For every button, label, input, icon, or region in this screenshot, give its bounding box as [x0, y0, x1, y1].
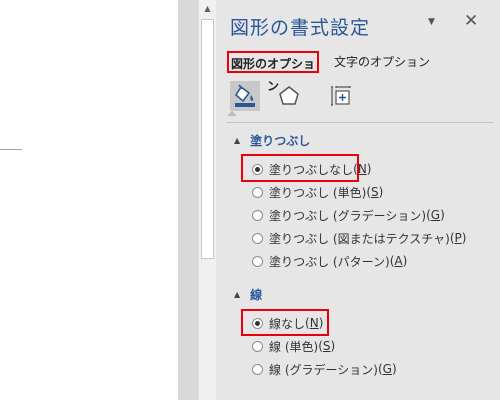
size-properties-icon[interactable]	[326, 81, 356, 111]
radio-button[interactable]	[252, 232, 263, 244]
fill-section-title: 塗りつぶし	[250, 134, 311, 148]
pane-title: 図形の書式設定	[230, 17, 371, 39]
line-section-header[interactable]: ▲ 線	[234, 286, 262, 303]
access-key: A	[394, 254, 403, 268]
radio-button[interactable]	[252, 209, 263, 221]
tab-text-options[interactable]: 文字のオプション	[334, 51, 430, 73]
tab-shape-options[interactable]: 図形のオプション	[227, 51, 319, 93]
highlight-box	[241, 154, 359, 182]
fill-option-pattern[interactable]: 塗りつぶし (パターン)(A)	[252, 251, 407, 271]
page-margin-line	[0, 149, 22, 150]
pentagon-effects-icon[interactable]	[274, 81, 304, 111]
radio-button[interactable]	[252, 255, 263, 267]
radio-button[interactable]	[252, 363, 263, 375]
radio-button[interactable]	[252, 186, 263, 198]
access-key: S	[371, 185, 379, 199]
radio-button[interactable]	[252, 340, 263, 352]
fill-section-header[interactable]: ▲ 塗りつぶし	[234, 132, 310, 149]
option-label: 線 (単色)	[269, 339, 319, 354]
fill-line-icon[interactable]	[230, 81, 260, 111]
fill-option-gradient[interactable]: 塗りつぶし (グラデーション)(G)	[252, 205, 445, 225]
option-label: 塗りつぶし (図またはテクスチャ)	[269, 231, 450, 246]
pane-options-dropdown-icon[interactable]: ▼	[428, 17, 435, 27]
option-label: 線 (グラデーション)	[269, 362, 378, 377]
line-option-solid[interactable]: 線 (単色)(S)	[252, 336, 335, 356]
access-key: G	[430, 208, 441, 222]
access-key: G	[382, 362, 392, 376]
selected-category-pointer	[227, 111, 237, 116]
highlight-box	[241, 309, 329, 336]
vertical-scrollbar[interactable]: ▲	[198, 0, 216, 400]
line-option-gradient[interactable]: 線 (グラデーション)(G)	[252, 359, 397, 379]
scroll-up-arrow-icon[interactable]: ▲	[199, 0, 216, 17]
format-shape-pane: 図形の書式設定 ▼ ✕ 図形のオプション 文字のオプション ▲ 塗りつぶし 塗り…	[216, 0, 500, 400]
document-page[interactable]	[0, 0, 178, 400]
divider	[226, 122, 494, 123]
access-key: N	[357, 162, 367, 176]
collapse-triangle-icon: ▲	[234, 136, 241, 145]
document-area	[0, 0, 198, 400]
close-icon[interactable]: ✕	[464, 11, 478, 31]
option-label: 塗りつぶし (単色)	[269, 185, 367, 200]
collapse-triangle-icon: ▲	[234, 290, 241, 299]
fill-option-picture-texture[interactable]: 塗りつぶし (図またはテクスチャ)(P)	[252, 228, 466, 248]
line-section-title: 線	[250, 288, 263, 302]
fill-option-solid[interactable]: 塗りつぶし (単色)(S)	[252, 182, 383, 202]
option-label: 塗りつぶし (グラデーション)	[269, 208, 427, 223]
access-key: P	[454, 231, 462, 245]
option-label: 塗りつぶし (パターン)	[269, 254, 390, 269]
scroll-thumb[interactable]	[201, 19, 214, 259]
access-key: S	[322, 339, 331, 353]
